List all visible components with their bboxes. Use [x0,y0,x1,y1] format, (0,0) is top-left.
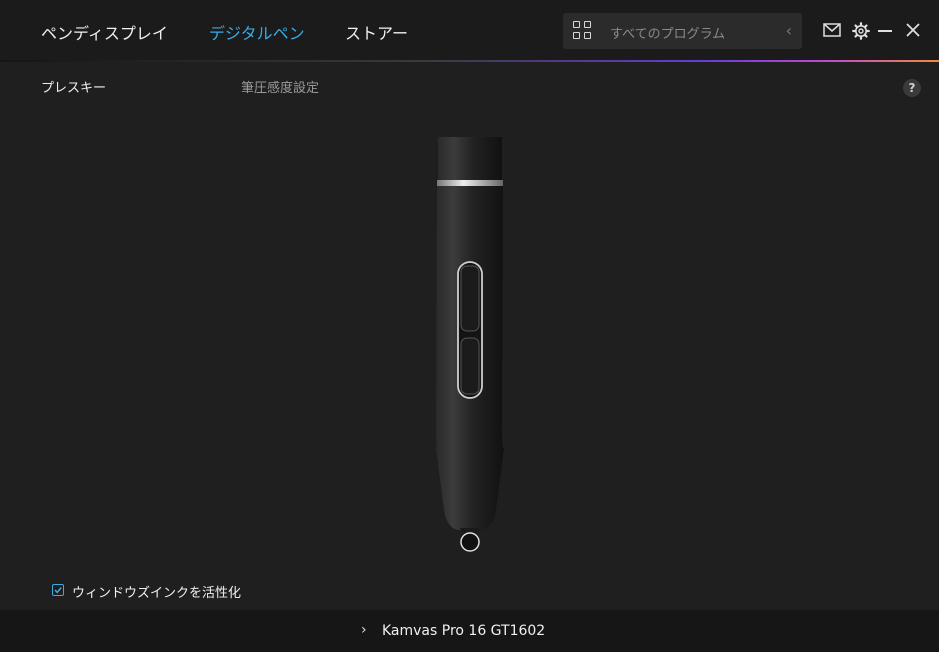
pen-illustration [436,137,504,552]
mail-icon[interactable] [823,22,841,38]
device-bar[interactable]: › Kamvas Pro 16 GT1602 [0,610,939,652]
pen-upper-button[interactable] [460,265,480,332]
check-icon [54,587,62,594]
windows-ink-label: ウィンドウズインクを活性化 [72,586,242,601]
chevron-left-icon[interactable]: ‹ [786,21,792,41]
subtab-pressure-sensitivity[interactable]: 筆圧感度設定 [241,77,319,96]
top-bar: ペンディスプレイ デジタルペン ストアー すべてのプログラム ‹ [0,0,939,60]
tab-store[interactable]: ストアー [345,20,408,44]
windows-ink-checkbox[interactable] [52,584,64,596]
close-icon[interactable] [905,22,921,38]
tab-digital-pen[interactable]: デジタルペン [209,20,305,44]
program-selector-placeholder: すべてのプログラム [610,27,726,42]
program-selector[interactable]: すべてのプログラム ‹ [563,13,802,49]
pen-lower-button[interactable] [460,337,480,395]
gear-icon[interactable] [852,22,870,40]
tab-pen-display[interactable]: ペンディスプレイ [41,20,168,44]
help-icon[interactable]: ? [903,79,921,97]
device-name[interactable]: Kamvas Pro 16 GT1602 [382,623,545,639]
chevron-right-icon[interactable]: › [361,622,367,638]
subtab-press-key[interactable]: プレスキー [41,77,106,96]
grid-icon [573,21,593,41]
minimize-icon[interactable] [877,22,893,38]
header-divider [0,60,939,62]
